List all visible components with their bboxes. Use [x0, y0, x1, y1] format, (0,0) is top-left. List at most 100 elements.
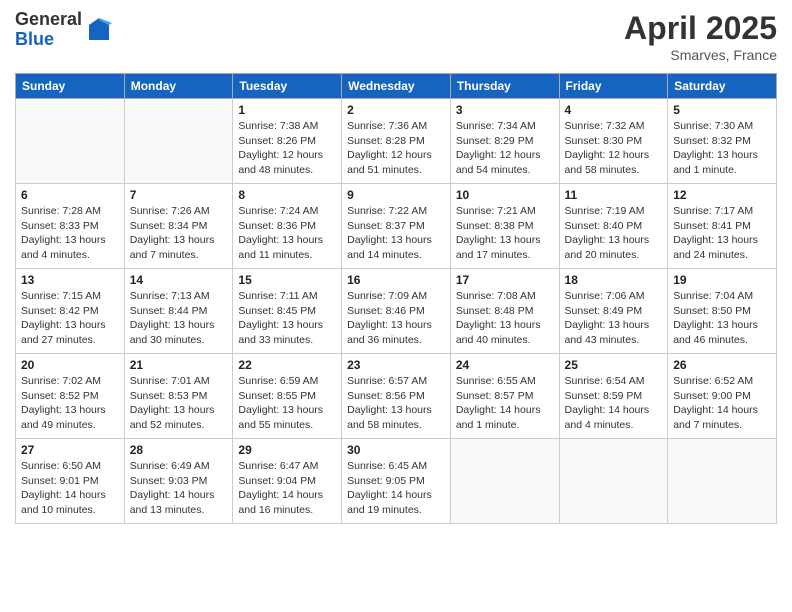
day-info: Sunrise: 7:17 AMSunset: 8:41 PMDaylight:… [673, 204, 771, 263]
calendar-cell: 13 Sunrise: 7:15 AMSunset: 8:42 PMDayligh… [16, 269, 125, 354]
day-info: Sunrise: 6:52 AMSunset: 9:00 PMDaylight:… [673, 374, 771, 433]
day-number: 20 [21, 358, 119, 372]
day-number: 25 [565, 358, 663, 372]
calendar-week-row: 6Sunrise: 7:28 AMSunset: 8:33 PMDaylight… [16, 184, 777, 269]
calendar-week-row: 1 Sunrise: 7:38 AMSunset: 8:26 PMDaylight… [16, 99, 777, 184]
day-number: 22 [238, 358, 336, 372]
calendar-cell: 23 Sunrise: 6:57 AMSunset: 8:56 PMDayligh… [342, 354, 451, 439]
calendar-cell: 19 Sunrise: 7:04 AMSunset: 8:50 PMDayligh… [668, 269, 777, 354]
day-info: Sunrise: 7:15 AMSunset: 8:42 PMDaylight:… [21, 289, 119, 348]
calendar-cell: 26 Sunrise: 6:52 AMSunset: 9:00 PMDayligh… [668, 354, 777, 439]
day-number: 26 [673, 358, 771, 372]
month-title: April 2025 [624, 10, 777, 47]
calendar-cell: 16 Sunrise: 7:09 AMSunset: 8:46 PMDayligh… [342, 269, 451, 354]
calendar-cell: 14 Sunrise: 7:13 AMSunset: 8:44 PMDayligh… [124, 269, 233, 354]
day-info: Sunrise: 7:04 AMSunset: 8:50 PMDaylight:… [673, 289, 771, 348]
day-info: Sunrise: 7:01 AMSunset: 8:53 PMDaylight:… [130, 374, 228, 433]
calendar-cell: 3Sunrise: 7:34 AMSunset: 8:29 PMDaylight… [450, 99, 559, 184]
calendar-cell: 15 Sunrise: 7:11 AMSunset: 8:45 PMDayligh… [233, 269, 342, 354]
day-number: 9 [347, 188, 445, 202]
day-info: Sunrise: 7:21 AMSunset: 8:38 PMDaylight:… [456, 204, 554, 263]
day-info: Sunrise: 7:09 AMSunset: 8:46 PMDaylight:… [347, 289, 445, 348]
calendar-cell: 4Sunrise: 7:32 AMSunset: 8:30 PMDaylight… [559, 99, 668, 184]
day-number: 17 [456, 273, 554, 287]
header-saturday: Saturday [668, 74, 777, 99]
day-number: 27 [21, 443, 119, 457]
logo-icon [84, 15, 114, 45]
day-number: 18 [565, 273, 663, 287]
logo-blue: Blue [15, 29, 54, 49]
calendar-cell: 27 Sunrise: 6:50 AMSunset: 9:01 PMDayligh… [16, 439, 125, 524]
page: General Blue April 2025 Smarves, France … [0, 0, 792, 612]
day-info: Sunrise: 6:55 AMSunset: 8:57 PMDaylight:… [456, 374, 554, 433]
day-info: Sunrise: 7:19 AMSunset: 8:40 PMDaylight:… [565, 204, 663, 263]
day-info: Sunrise: 7:24 AMSunset: 8:36 PMDaylight:… [238, 204, 336, 263]
calendar-cell: 28Sunrise: 6:49 AMSunset: 9:03 PMDayligh… [124, 439, 233, 524]
day-number: 7 [130, 188, 228, 202]
day-number: 11 [565, 188, 663, 202]
day-number: 5 [673, 103, 771, 117]
calendar-cell: 18 Sunrise: 7:06 AMSunset: 8:49 PMDayligh… [559, 269, 668, 354]
calendar-week-row: 27 Sunrise: 6:50 AMSunset: 9:01 PMDayligh… [16, 439, 777, 524]
calendar-cell: 5 Sunrise: 7:30 AMSunset: 8:32 PMDaylight… [668, 99, 777, 184]
day-info: Sunrise: 7:02 AMSunset: 8:52 PMDaylight:… [21, 374, 119, 433]
day-number: 10 [456, 188, 554, 202]
calendar-cell: 12 Sunrise: 7:17 AMSunset: 8:41 PMDayligh… [668, 184, 777, 269]
day-number: 14 [130, 273, 228, 287]
calendar-cell [559, 439, 668, 524]
calendar-cell: 24 Sunrise: 6:55 AMSunset: 8:57 PMDayligh… [450, 354, 559, 439]
day-number: 13 [21, 273, 119, 287]
calendar-cell: 25 Sunrise: 6:54 AMSunset: 8:59 PMDayligh… [559, 354, 668, 439]
day-number: 8 [238, 188, 336, 202]
header-monday: Monday [124, 74, 233, 99]
day-number: 21 [130, 358, 228, 372]
calendar-week-row: 20 Sunrise: 7:02 AMSunset: 8:52 PMDayligh… [16, 354, 777, 439]
day-info: Sunrise: 6:57 AMSunset: 8:56 PMDaylight:… [347, 374, 445, 433]
header-thursday: Thursday [450, 74, 559, 99]
header-tuesday: Tuesday [233, 74, 342, 99]
day-number: 30 [347, 443, 445, 457]
logo: General Blue [15, 10, 114, 50]
day-info: Sunrise: 7:38 AMSunset: 8:26 PMDaylight:… [238, 119, 336, 178]
title-block: April 2025 Smarves, France [624, 10, 777, 63]
day-number: 15 [238, 273, 336, 287]
calendar-table: Sunday Monday Tuesday Wednesday Thursday… [15, 73, 777, 524]
day-info: Sunrise: 7:06 AMSunset: 8:49 PMDaylight:… [565, 289, 663, 348]
day-number: 23 [347, 358, 445, 372]
day-info: Sunrise: 7:13 AMSunset: 8:44 PMDaylight:… [130, 289, 228, 348]
calendar-cell: 10 Sunrise: 7:21 AMSunset: 8:38 PMDayligh… [450, 184, 559, 269]
calendar-cell: 21 Sunrise: 7:01 AMSunset: 8:53 PMDayligh… [124, 354, 233, 439]
day-info: Sunrise: 7:08 AMSunset: 8:48 PMDaylight:… [456, 289, 554, 348]
day-info: Sunrise: 6:50 AMSunset: 9:01 PMDaylight:… [21, 459, 119, 518]
day-info: Sunrise: 6:54 AMSunset: 8:59 PMDaylight:… [565, 374, 663, 433]
day-number: 16 [347, 273, 445, 287]
day-info: Sunrise: 7:30 AMSunset: 8:32 PMDaylight:… [673, 119, 771, 178]
calendar-cell: 30Sunrise: 6:45 AMSunset: 9:05 PMDayligh… [342, 439, 451, 524]
day-number: 1 [238, 103, 336, 117]
day-info: Sunrise: 6:47 AMSunset: 9:04 PMDaylight:… [238, 459, 336, 518]
calendar-cell [450, 439, 559, 524]
calendar-cell: 7 Sunrise: 7:26 AMSunset: 8:34 PMDaylight… [124, 184, 233, 269]
day-info: Sunrise: 7:36 AMSunset: 8:28 PMDaylight:… [347, 119, 445, 178]
calendar-cell: 6Sunrise: 7:28 AMSunset: 8:33 PMDaylight… [16, 184, 125, 269]
day-info: Sunrise: 7:11 AMSunset: 8:45 PMDaylight:… [238, 289, 336, 348]
header-wednesday: Wednesday [342, 74, 451, 99]
calendar-cell: 11 Sunrise: 7:19 AMSunset: 8:40 PMDayligh… [559, 184, 668, 269]
day-number: 3 [456, 103, 554, 117]
logo-text: General Blue [15, 10, 82, 50]
calendar-cell: 22Sunrise: 6:59 AMSunset: 8:55 PMDayligh… [233, 354, 342, 439]
day-info: Sunrise: 7:22 AMSunset: 8:37 PMDaylight:… [347, 204, 445, 263]
day-number: 24 [456, 358, 554, 372]
day-number: 29 [238, 443, 336, 457]
calendar-cell [124, 99, 233, 184]
day-number: 4 [565, 103, 663, 117]
day-info: Sunrise: 7:26 AMSunset: 8:34 PMDaylight:… [130, 204, 228, 263]
day-number: 12 [673, 188, 771, 202]
calendar-cell: 8 Sunrise: 7:24 AMSunset: 8:36 PMDaylight… [233, 184, 342, 269]
day-number: 19 [673, 273, 771, 287]
calendar-cell [16, 99, 125, 184]
header-friday: Friday [559, 74, 668, 99]
day-number: 2 [347, 103, 445, 117]
logo-general: General [15, 9, 82, 29]
calendar-cell: 29 Sunrise: 6:47 AMSunset: 9:04 PMDayligh… [233, 439, 342, 524]
